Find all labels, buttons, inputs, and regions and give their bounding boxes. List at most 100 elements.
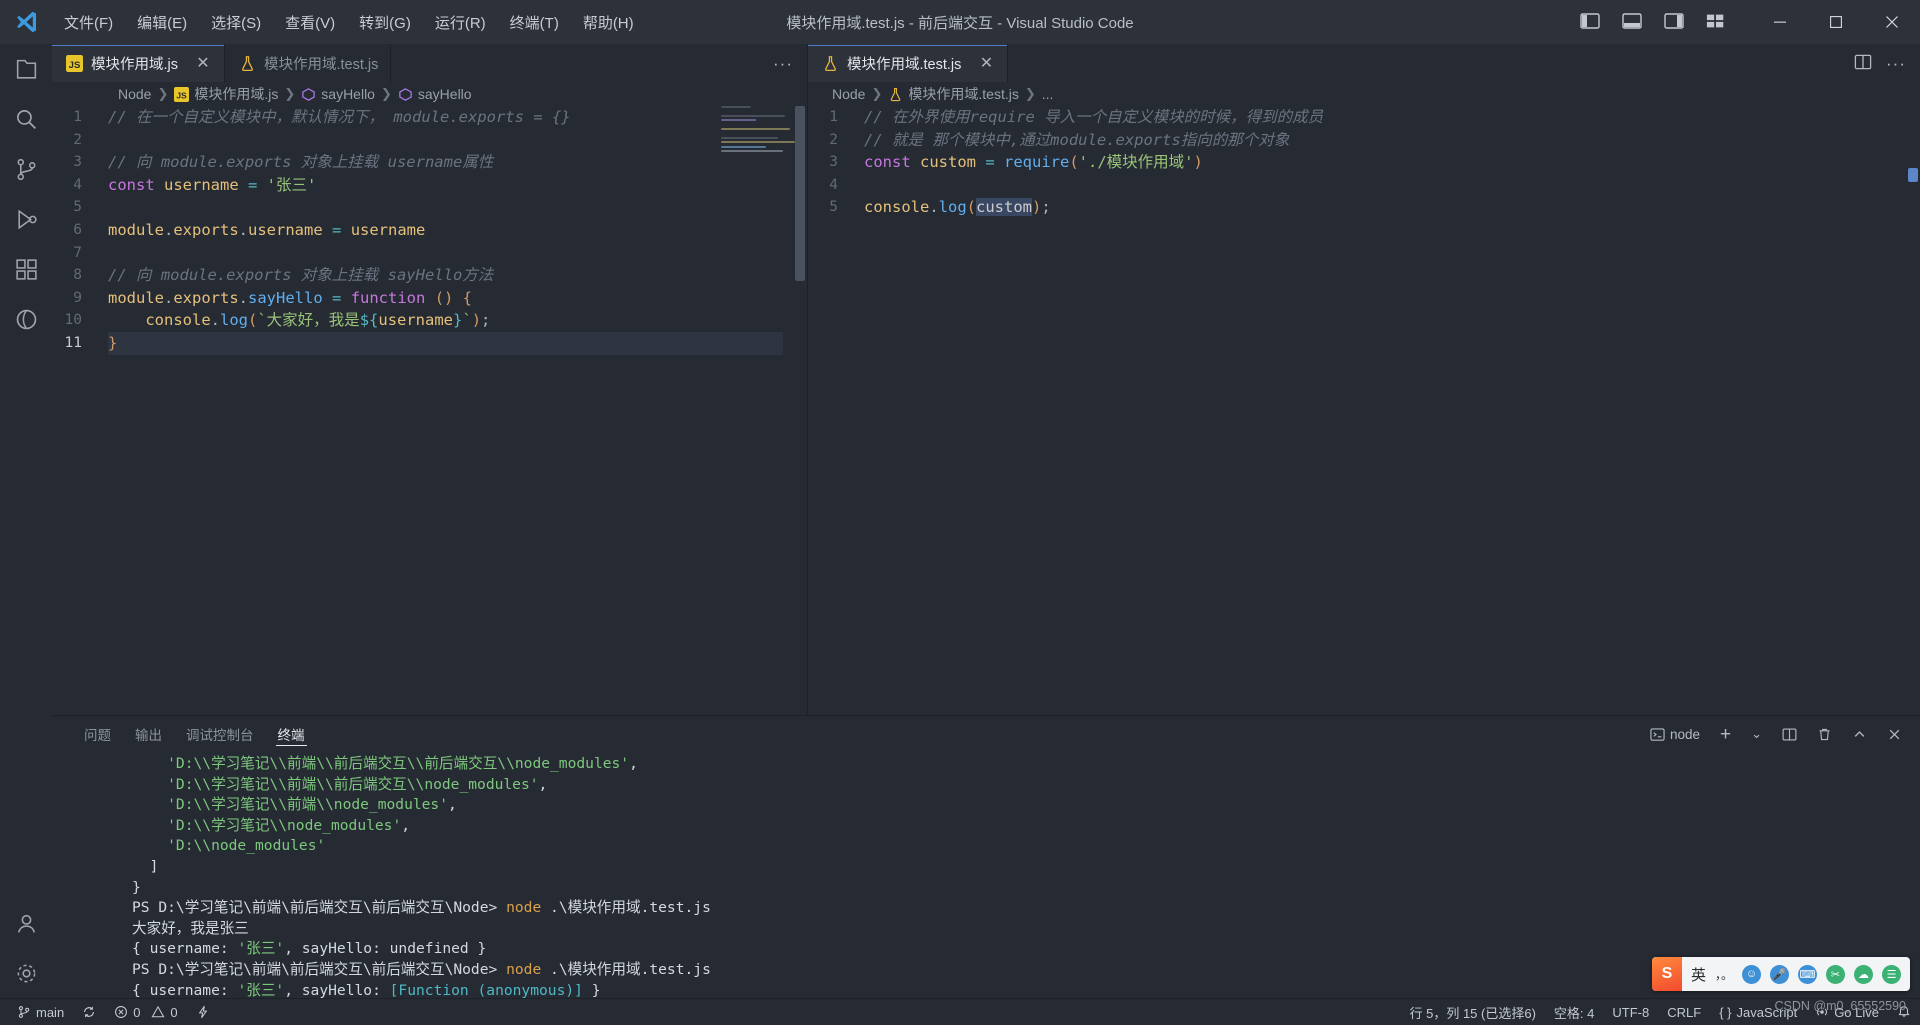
left-minimap[interactable]: [721, 106, 795, 715]
terminal-segment: 'D:\\学习笔记\\node_modules': [132, 816, 402, 834]
left-editor-scrollbar[interactable]: [793, 106, 807, 715]
sidebar-item-remote-explorer[interactable]: [0, 294, 52, 344]
tab-close-icon[interactable]: ✕: [977, 55, 995, 73]
menu-terminal[interactable]: 终端(T): [498, 8, 571, 37]
code-token: './模块作用域': [1078, 153, 1194, 172]
cloud-icon[interactable]: ☁: [1854, 964, 1873, 984]
kill-terminal-icon[interactable]: [1813, 725, 1836, 744]
keyboard-icon[interactable]: ⌨: [1798, 964, 1817, 984]
close-panel-icon[interactable]: [1883, 725, 1906, 744]
menu-file[interactable]: 文件(F): [52, 8, 125, 37]
status-warning-count: 0: [170, 1004, 178, 1020]
panel-tab-terminal[interactable]: 终端: [266, 716, 317, 752]
ime-punctuation-label[interactable]: ，。: [1715, 966, 1733, 983]
more-actions-icon[interactable]: ···: [773, 55, 793, 72]
tab-模块作用域-test-js[interactable]: 模块作用域.test.js: [225, 44, 392, 82]
split-terminal-icon[interactable]: [1778, 725, 1801, 744]
toggle-primary-sidebar-icon[interactable]: [1580, 12, 1600, 33]
terminal-dropdown-chevron-icon[interactable]: ⌄: [1747, 724, 1766, 744]
editor-group-right: 模块作用域.test.js ✕ ··· Node ❯ 模块作用域.test.js…: [807, 44, 1920, 715]
status-bar: main 0 0 行 5，列 15 (已选择6) 空格: 4 UTF-8 CRL…: [0, 998, 1920, 1025]
terminal-line: ]: [132, 857, 1920, 878]
code-token: module: [108, 288, 164, 307]
panel-tab-output[interactable]: 输出: [123, 716, 174, 752]
panel-tab-problems[interactable]: 问题: [72, 716, 123, 752]
status-eol[interactable]: CRLF: [1658, 999, 1710, 1025]
toggle-secondary-sidebar-icon[interactable]: [1664, 12, 1684, 33]
code-token: const: [108, 175, 164, 194]
code-token: .: [238, 220, 249, 239]
sidebar-item-run-debug[interactable]: [0, 194, 52, 244]
left-editor[interactable]: 1 // 在一个自定义模块中，默认情况下， module.exports = {}…: [52, 106, 807, 715]
ime-mode-label[interactable]: 英: [1691, 964, 1706, 985]
menu-help[interactable]: 帮助(H): [571, 8, 646, 37]
customize-layout-icon[interactable]: [1706, 12, 1726, 33]
sync-icon: [84, 1006, 95, 1018]
breadcrumb-item-node[interactable]: Node: [832, 86, 865, 102]
ime-logo-icon[interactable]: S: [1651, 957, 1682, 991]
tab-模块作用域-test-js-right[interactable]: 模块作用域.test.js ✕: [808, 44, 1009, 82]
status-encoding[interactable]: UTF-8: [1603, 999, 1658, 1025]
window-minimize-button[interactable]: [1752, 0, 1808, 44]
tools-icon[interactable]: ✂: [1826, 964, 1845, 984]
gear-icon[interactable]: [0, 948, 52, 998]
menu-run[interactable]: 运行(R): [423, 8, 498, 37]
terminal-segment: .\模块作用域.test.js: [541, 960, 711, 978]
minimap-line: [721, 114, 785, 117]
emoji-icon[interactable]: ☺: [1742, 964, 1761, 984]
code-text: console.log(`大家好，我是${username}`);: [108, 309, 807, 332]
status-sync[interactable]: [73, 999, 105, 1025]
maximize-panel-icon[interactable]: [1848, 725, 1871, 744]
status-ports[interactable]: [187, 999, 219, 1025]
sidebar-item-search[interactable]: [0, 94, 52, 144]
status-branch[interactable]: main: [8, 999, 73, 1025]
code-line: 8 // 向 module.exports 对象上挂载 sayHello方法: [52, 264, 807, 287]
terminal-profile-select[interactable]: node: [1646, 725, 1704, 744]
status-cursor-position[interactable]: 行 5，列 15 (已选择6): [1401, 999, 1545, 1025]
tab-模块作用域-js[interactable]: JS 模块作用域.js ✕: [52, 44, 225, 82]
breadcrumb-label: ...: [1041, 86, 1054, 102]
breadcrumb-item-symbol-1[interactable]: sayHello: [301, 86, 375, 102]
new-terminal-button[interactable]: +: [1716, 723, 1735, 746]
breadcrumb-item-node[interactable]: Node: [118, 86, 151, 102]
terminal-line: 大家好，我是张三: [132, 919, 1920, 940]
menu-selection[interactable]: 选择(S): [199, 8, 273, 37]
breadcrumb-separator-icon: ❯: [871, 86, 883, 101]
menu-icon[interactable]: ☰: [1882, 964, 1901, 984]
mic-icon[interactable]: 🎤: [1770, 964, 1789, 984]
scroll-thumb[interactable]: [795, 106, 805, 281]
status-problems[interactable]: 0 0: [105, 999, 186, 1025]
sidebar-item-extensions[interactable]: [0, 244, 52, 294]
status-indentation[interactable]: 空格: 4: [1545, 999, 1603, 1025]
tab-close-icon[interactable]: ✕: [194, 55, 212, 73]
sidebar-item-explorer[interactable]: [0, 44, 52, 94]
more-actions-icon[interactable]: ···: [1886, 55, 1906, 72]
window-maximize-button[interactable]: [1808, 0, 1864, 44]
window-close-button[interactable]: [1864, 0, 1920, 44]
toggle-panel-icon[interactable]: [1622, 12, 1642, 33]
code-line: 1 // 在一个自定义模块中，默认情况下， module.exports = {}: [52, 106, 807, 129]
menu-view[interactable]: 查看(V): [273, 8, 347, 37]
right-editor-scrollbar[interactable]: [1906, 106, 1920, 715]
menu-go[interactable]: 转到(G): [347, 8, 423, 37]
sidebar-item-source-control[interactable]: [0, 144, 52, 194]
breadcrumb-label: sayHello: [417, 86, 472, 102]
menu-edit[interactable]: 编辑(E): [125, 8, 199, 37]
breadcrumb-item-file[interactable]: 模块作用域.test.js: [888, 84, 1019, 104]
code-token: require: [1004, 153, 1070, 172]
panel-tab-debug-console[interactable]: 调试控制台: [174, 716, 266, 752]
breadcrumb-item-file[interactable]: JS 模块作用域.js: [174, 84, 278, 104]
right-editor[interactable]: 1 // 在外界使用require 导入一个自定义模块的时候，得到的成员 2 // 就…: [808, 106, 1920, 715]
breadcrumb-item-ellipsis[interactable]: ...: [1042, 86, 1054, 102]
source-control-icon: [18, 1006, 30, 1018]
split-editor-icon[interactable]: [1854, 53, 1872, 74]
panel-tab-bar: 问题 输出 调试控制台 终端 node + ⌄: [52, 716, 1920, 752]
terminal-output[interactable]: 'D:\\学习笔记\\前端\\前后端交互\\前后端交互\\node_module…: [52, 752, 1920, 998]
code-token: username: [164, 175, 248, 194]
line-number: 2: [829, 131, 838, 148]
breadcrumb-item-symbol-2[interactable]: sayHello: [398, 86, 472, 102]
minimap-line: [721, 127, 790, 130]
code-token: ;: [481, 311, 491, 330]
accounts-icon[interactable]: [0, 898, 52, 948]
code-token: custom: [920, 153, 986, 172]
